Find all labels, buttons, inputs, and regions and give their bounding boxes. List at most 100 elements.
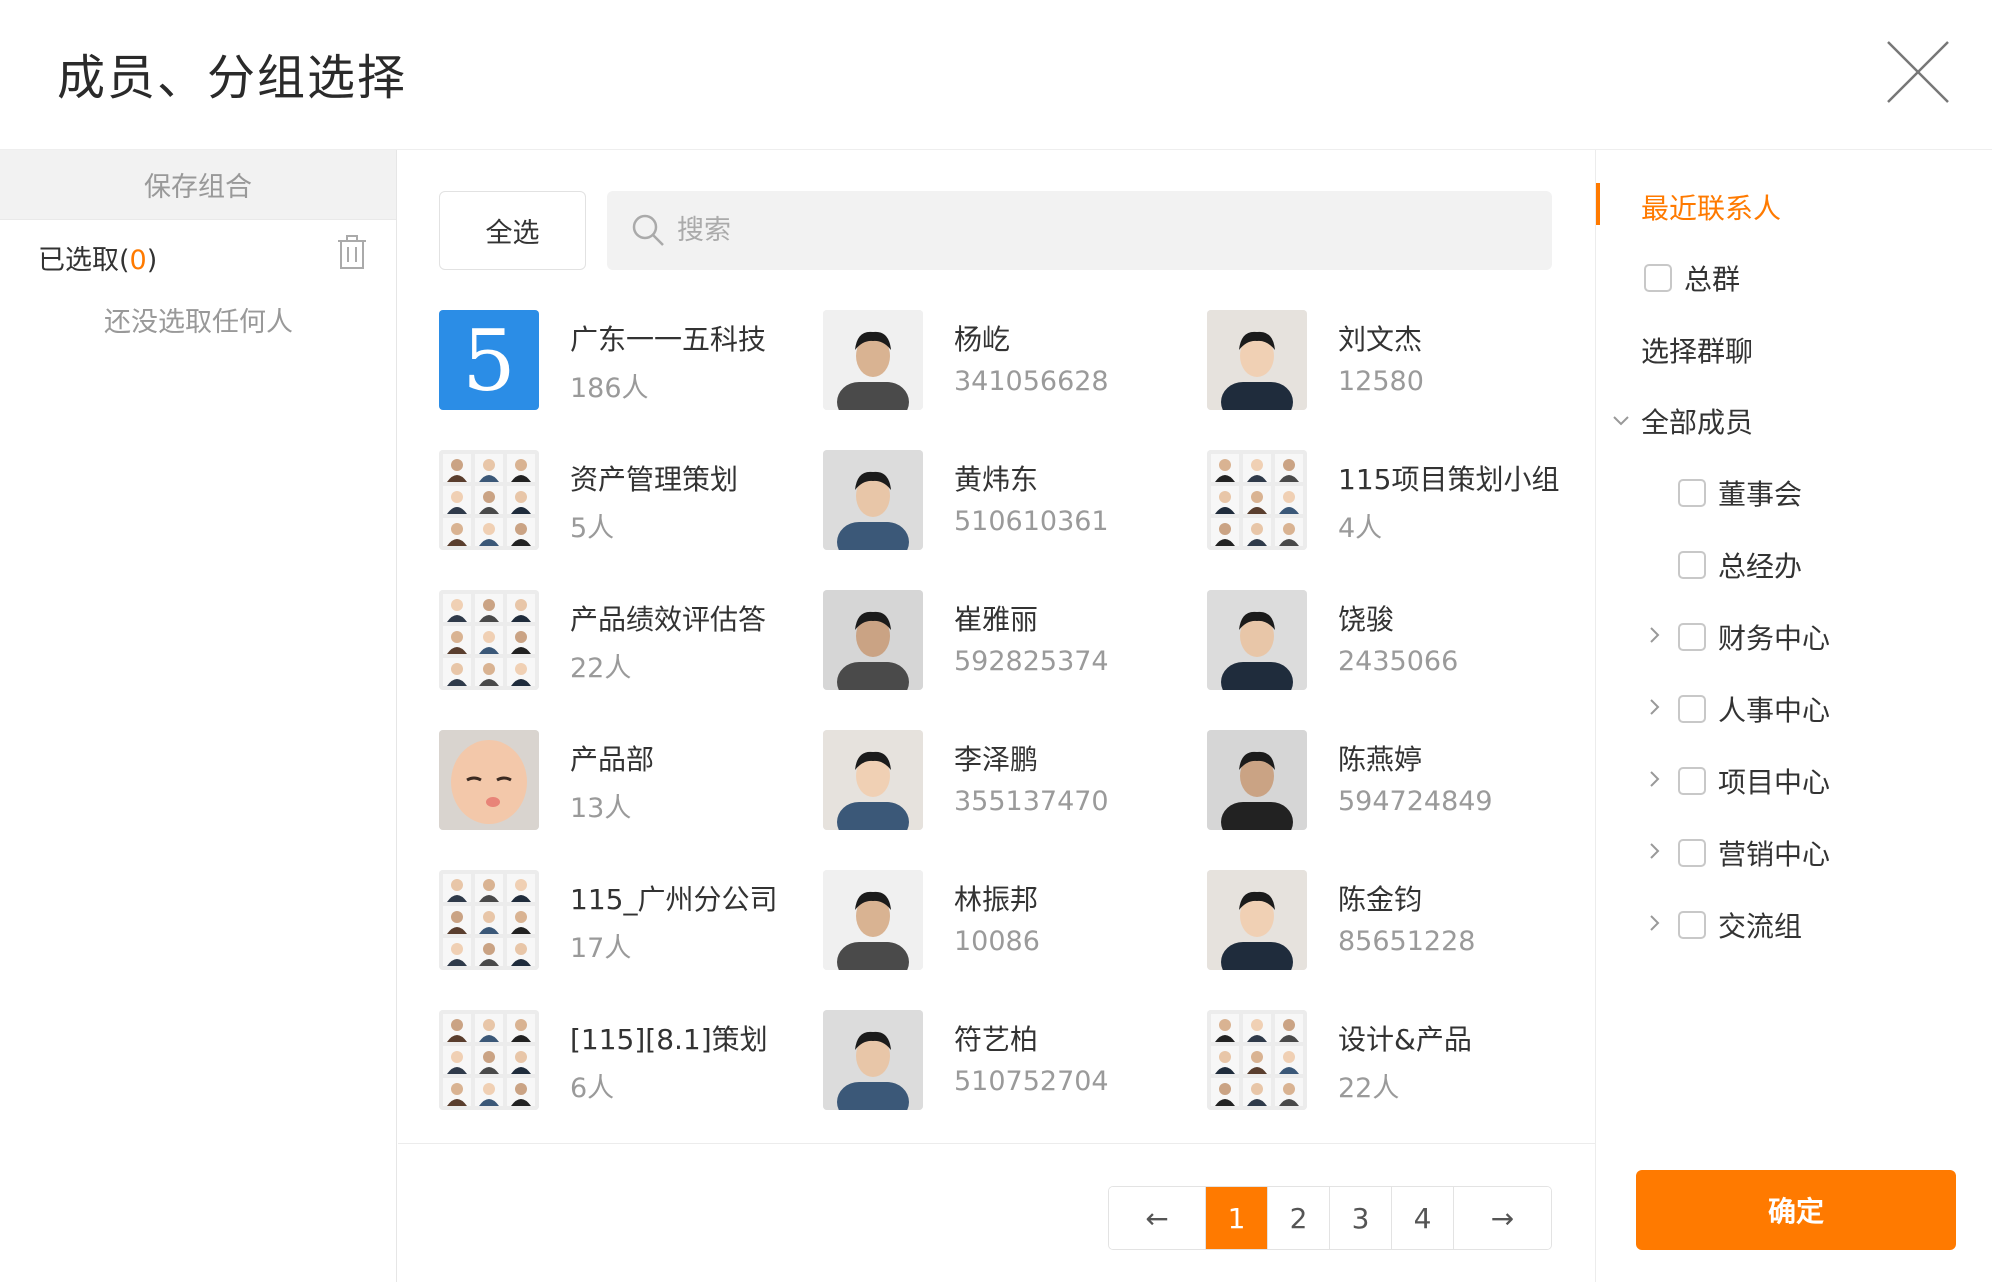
- member-name: 资产管理策划: [570, 463, 739, 496]
- checkbox[interactable]: [1678, 911, 1706, 939]
- member-detail: 510752704: [954, 1066, 1109, 1097]
- tree-item-dept[interactable]: 董事会: [1678, 468, 1802, 518]
- search-input[interactable]: [677, 201, 1537, 259]
- tree-item-all-members[interactable]: 全部成员: [1641, 396, 1753, 446]
- checkbox[interactable]: [1644, 264, 1672, 292]
- page-button-3[interactable]: 3: [1330, 1187, 1392, 1249]
- member-detail: 355137470: [954, 786, 1109, 817]
- page-button-4[interactable]: 4: [1392, 1187, 1454, 1249]
- member-item[interactable]: 李泽鹏 355137470: [823, 730, 1183, 830]
- tree-item-label: 财务中心: [1718, 622, 1831, 655]
- member-item[interactable]: 资产管理策划 5人: [439, 450, 799, 550]
- confirm-button[interactable]: 确定: [1636, 1170, 1956, 1250]
- member-item[interactable]: 符艺柏 510752704: [823, 1010, 1183, 1110]
- member-item[interactable]: 林振邦 10086: [823, 870, 1183, 970]
- tree-item-dept[interactable]: 交流组: [1678, 900, 1802, 950]
- tree-item-recent-contacts[interactable]: 最近联系人: [1641, 182, 1781, 232]
- member-detail: 6人: [570, 1073, 615, 1104]
- checkbox[interactable]: [1678, 479, 1706, 507]
- tree-item-label: 总群: [1684, 263, 1741, 296]
- page-button-2[interactable]: 2: [1268, 1187, 1330, 1249]
- group-tree-panel: 最近联系人 总群 选择群聊 全部成员 董事会 总经办 财务中心 人事中心 项目中…: [1595, 150, 1992, 1282]
- chevron-right-icon[interactable]: [1644, 769, 1664, 789]
- chevron-right-icon[interactable]: [1644, 841, 1664, 861]
- member-detail: 17人: [570, 933, 632, 964]
- member-detail: 13人: [570, 793, 632, 824]
- member-item[interactable]: 崔雅丽 592825374: [823, 590, 1183, 690]
- member-item[interactable]: 陈金钧 85651228: [1207, 870, 1567, 970]
- member-item[interactable]: 115项目策划小组 4人: [1207, 450, 1567, 550]
- selected-count: 0: [129, 245, 147, 276]
- member-name: 刘文杰: [1338, 323, 1423, 356]
- member-name: 产品部: [570, 743, 655, 776]
- save-combination-button[interactable]: 保存组合: [0, 150, 396, 220]
- member-item[interactable]: 刘文杰 12580: [1207, 310, 1567, 410]
- group-avatar: [439, 590, 539, 690]
- active-indicator: [1596, 183, 1600, 225]
- member-name: 产品绩效评估答: [570, 603, 767, 636]
- member-item[interactable]: 黄炜东 510610361: [823, 450, 1183, 550]
- chevron-right-icon[interactable]: [1644, 697, 1664, 717]
- next-page-button[interactable]: →: [1454, 1187, 1551, 1249]
- dialog-header: 成员、分组选择: [0, 0, 1992, 150]
- member-name: 崔雅丽: [954, 603, 1039, 636]
- member-name: 陈金钧: [1338, 883, 1423, 916]
- checkbox[interactable]: [1678, 767, 1706, 795]
- tree-item-dept[interactable]: 总经办: [1678, 540, 1802, 590]
- chevron-right-icon[interactable]: [1644, 625, 1664, 645]
- tree-item-all-group[interactable]: 总群: [1644, 253, 1740, 303]
- tree-item-dept[interactable]: 财务中心: [1678, 612, 1830, 662]
- member-item[interactable]: 杨屹 341056628: [823, 310, 1183, 410]
- divider: [398, 1143, 1595, 1144]
- member-item[interactable]: 陈燕婷 594724849: [1207, 730, 1567, 830]
- member-name: 广东一一五科技: [570, 323, 767, 356]
- member-name: 符艺柏: [954, 1023, 1039, 1056]
- member-name: 115_广州分公司: [570, 883, 778, 916]
- member-item[interactable]: 饶骏 2435066: [1207, 590, 1567, 690]
- group-avatar: [439, 1010, 539, 1110]
- avatar: [439, 730, 539, 830]
- member-name: 饶骏: [1338, 603, 1395, 636]
- avatar: [823, 870, 923, 970]
- trash-icon[interactable]: [336, 234, 368, 270]
- member-item[interactable]: 设计&产品 22人: [1207, 1010, 1567, 1110]
- chevron-right-icon[interactable]: [1644, 913, 1664, 933]
- member-detail: 186人: [570, 373, 649, 404]
- close-icon[interactable]: [1882, 36, 1954, 108]
- chevron-down-icon[interactable]: [1611, 410, 1631, 430]
- selected-panel: 保存组合 已选取(0) 还没选取任何人: [0, 150, 397, 1282]
- member-detail: 4人: [1338, 513, 1383, 544]
- avatar: [1207, 870, 1307, 970]
- avatar: [823, 1010, 923, 1110]
- member-item[interactable]: 产品绩效评估答 22人: [439, 590, 799, 690]
- tree-item-dept[interactable]: 项目中心: [1678, 756, 1830, 806]
- group-avatar: [1207, 1010, 1307, 1110]
- avatar: [823, 310, 923, 410]
- member-detail: 22人: [570, 653, 632, 684]
- prev-page-button[interactable]: ←: [1109, 1187, 1206, 1249]
- group-avatar: [1207, 450, 1307, 550]
- member-item[interactable]: 产品部 13人: [439, 730, 799, 830]
- member-name: 黄炜东: [954, 463, 1039, 496]
- member-item[interactable]: 115_广州分公司 17人: [439, 870, 799, 970]
- checkbox[interactable]: [1678, 839, 1706, 867]
- avatar: [1207, 590, 1307, 690]
- checkbox[interactable]: [1678, 623, 1706, 651]
- tree-item-label: 交流组: [1718, 910, 1803, 943]
- tree-item-dept[interactable]: 人事中心: [1678, 684, 1830, 734]
- avatar: [1207, 310, 1307, 410]
- empty-selection-hint: 还没选取任何人: [104, 307, 293, 338]
- checkbox[interactable]: [1678, 695, 1706, 723]
- member-detail: 5人: [570, 513, 615, 544]
- tree-item-choose-chat[interactable]: 选择群聊: [1641, 325, 1753, 375]
- select-all-button[interactable]: 全选: [439, 191, 586, 270]
- svg-text:5: 5: [462, 312, 515, 410]
- tree-item-dept[interactable]: 营销中心: [1678, 828, 1830, 878]
- member-item[interactable]: [115][8.1]策划 6人: [439, 1010, 799, 1110]
- group-avatar: [439, 870, 539, 970]
- checkbox[interactable]: [1678, 551, 1706, 579]
- member-item[interactable]: 5 广东一一五科技 186人: [439, 310, 799, 410]
- search-box: [607, 191, 1552, 270]
- avatar: [1207, 730, 1307, 830]
- page-button-1[interactable]: 1: [1206, 1187, 1268, 1249]
